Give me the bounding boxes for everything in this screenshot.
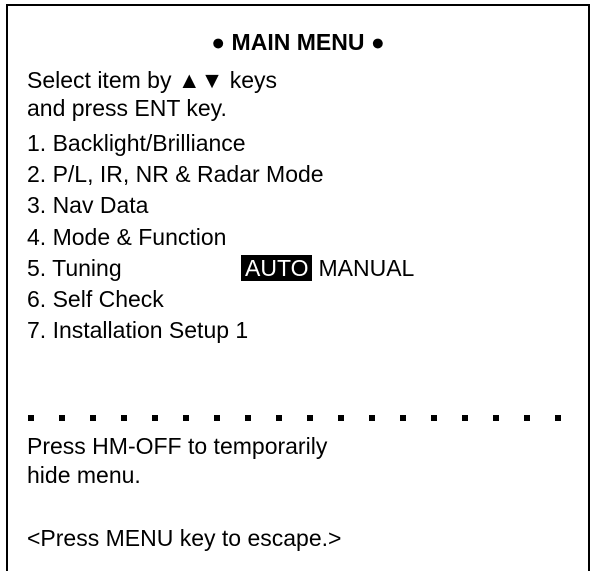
separator-dot bbox=[245, 415, 251, 421]
menu-item-self-check[interactable]: 6. Self Check bbox=[27, 285, 164, 313]
separator-dot bbox=[338, 415, 344, 421]
separator-dot bbox=[59, 415, 65, 421]
menu-item-pl-ir-nr-radar-mode[interactable]: 2. P/L, IR, NR & Radar Mode bbox=[27, 160, 324, 188]
instruction-line-2: and press ENT key. bbox=[27, 95, 227, 121]
separator-dot bbox=[400, 415, 406, 421]
tuning-option-auto[interactable]: AUTO bbox=[241, 255, 313, 281]
separator-dot bbox=[431, 415, 437, 421]
tuning-option-manual[interactable]: MANUAL bbox=[318, 255, 414, 281]
separator-dot bbox=[369, 415, 375, 421]
escape-hint: <Press MENU key to escape.> bbox=[27, 525, 342, 551]
separator-dot bbox=[555, 415, 561, 421]
tuning-options: AUTO MANUAL bbox=[241, 254, 414, 282]
main-menu-panel: ● MAIN MENU ● Select item by ▲▼ keys and… bbox=[6, 4, 590, 571]
dotted-separator bbox=[28, 415, 561, 421]
menu-title: ● MAIN MENU ● bbox=[211, 29, 385, 55]
separator-dot bbox=[121, 415, 127, 421]
menu-item-tuning[interactable]: 5. Tuning bbox=[27, 254, 122, 282]
separator-dot bbox=[524, 415, 530, 421]
separator-dot bbox=[493, 415, 499, 421]
separator-dot bbox=[152, 415, 158, 421]
menu-item-installation-setup[interactable]: 7. Installation Setup 1 bbox=[27, 316, 248, 344]
separator-dot bbox=[90, 415, 96, 421]
separator-dot bbox=[183, 415, 189, 421]
instruction-line-1: Select item by ▲▼ keys bbox=[27, 67, 278, 93]
separator-dot bbox=[462, 415, 468, 421]
separator-dot bbox=[276, 415, 282, 421]
hide-menu-hint-line-2: hide menu. bbox=[27, 462, 141, 488]
hide-menu-hint-line-1: Press HM-OFF to temporarily bbox=[27, 433, 328, 459]
menu-item-mode-function[interactable]: 4. Mode & Function bbox=[27, 223, 226, 251]
menu-item-backlight[interactable]: 1. Backlight/Brilliance bbox=[27, 129, 246, 157]
separator-dot bbox=[307, 415, 313, 421]
separator-dot bbox=[214, 415, 220, 421]
menu-item-nav-data[interactable]: 3. Nav Data bbox=[27, 191, 148, 219]
separator-dot bbox=[28, 415, 34, 421]
